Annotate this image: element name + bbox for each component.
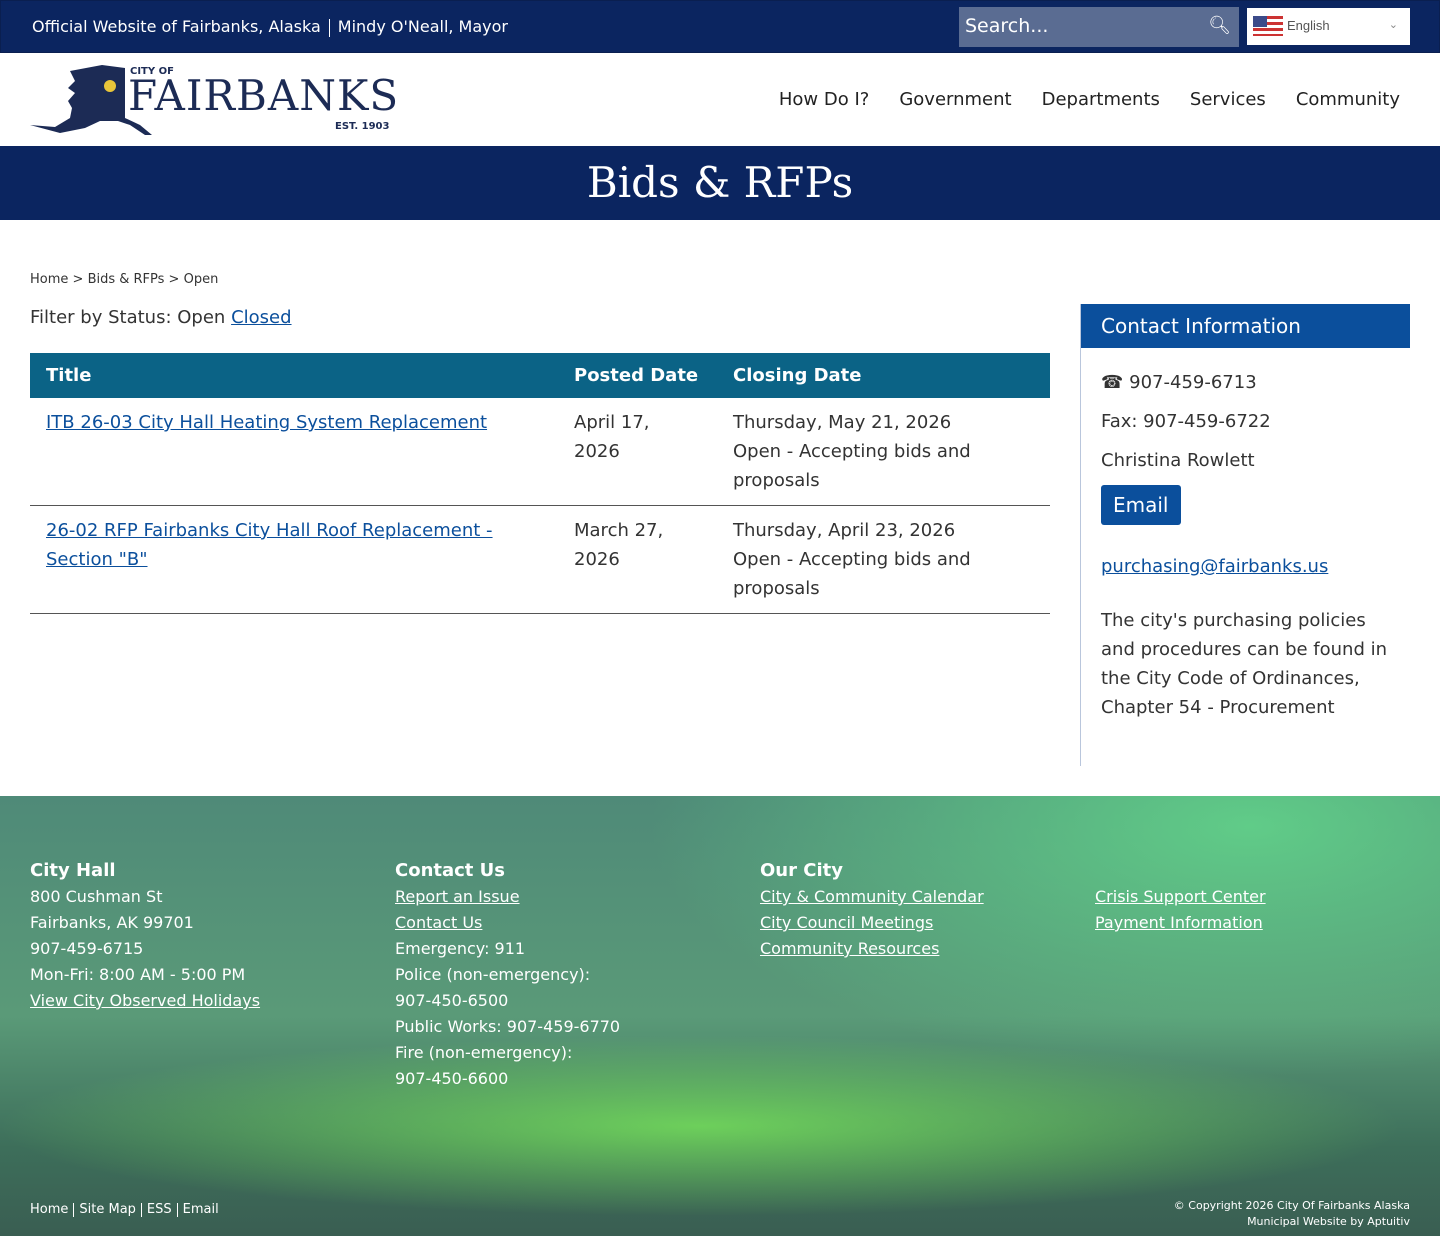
footer-more-links: Crisis Support Center Payment Informatio… (1095, 884, 1266, 936)
copyright: © Copyright 2026 City Of Fairbanks Alask… (1173, 1199, 1410, 1230)
calendar-link[interactable]: City & Community Calendar (760, 887, 984, 906)
report-issue-link[interactable]: Report an Issue (395, 887, 520, 906)
header-posted[interactable]: Posted Date (558, 353, 717, 398)
page-title: Bids & RFPs (0, 146, 1440, 220)
contact-sidebar: Contact Information ☎ 907-459-6713 Fax: … (1080, 304, 1410, 766)
contact-email-link[interactable]: purchasing@fairbanks.us (1101, 556, 1328, 577)
bid-status: Open - Accepting bids and proposals (733, 549, 971, 599)
main-nav: How Do I? Government Departments Service… (779, 89, 1400, 110)
council-meetings-link[interactable]: City Council Meetings (760, 913, 933, 932)
breadcrumb-section[interactable]: Bids & RFPs (88, 272, 165, 287)
bid-status: Open - Accepting bids and proposals (733, 441, 971, 491)
footer-contact: Contact Us Report an Issue Contact Us Em… (395, 860, 621, 1088)
footer-home-link[interactable]: Home (30, 1202, 68, 1217)
nav-services[interactable]: Services (1190, 89, 1266, 110)
search-icon[interactable]: 🔍︎ (1208, 15, 1231, 36)
bids-table: Title Posted Date Closing Date ITB 26-03… (30, 353, 1050, 614)
closing-date: Thursday, May 21, 2026 (733, 412, 952, 433)
contact-us-link[interactable]: Contact Us (395, 913, 482, 932)
crisis-support-link[interactable]: Crisis Support Center (1095, 887, 1266, 906)
breadcrumb-home[interactable]: Home (30, 272, 68, 287)
phone-icon: ☎ (1101, 372, 1124, 393)
footer-our-city: Our City City & Community Calendar City … (760, 860, 984, 958)
posted-date: March 27, 2026 (558, 505, 717, 614)
credit-link[interactable]: Municipal Website by Aptuitiv (1174, 1214, 1410, 1230)
payment-info-link[interactable]: Payment Information (1095, 913, 1263, 932)
chevron-down-icon: ⌄ (1388, 19, 1398, 31)
bid-title-link[interactable]: 26-02 RFP Fairbanks City Hall Roof Repla… (46, 520, 493, 570)
site-header: CITY OF FAIRBANKS EST. 1903 How Do I? Go… (0, 53, 1440, 146)
official-text: Official Website of Fairbanks, Alaska Min… (32, 17, 508, 37)
footer-sitemap-link[interactable]: Site Map (79, 1202, 136, 1217)
closing-date: Thursday, April 23, 2026 (733, 520, 956, 541)
posted-date: April 17, 2026 (558, 398, 717, 506)
contact-heading: Contact Information (1081, 304, 1410, 348)
contact-name: Christina Rowlett (1101, 450, 1255, 471)
status-filter: Filter by Status: Open Closed (30, 307, 292, 328)
holidays-link[interactable]: View City Observed Holidays (30, 991, 260, 1010)
footer-ess-link[interactable]: ESS (147, 1202, 172, 1217)
language-select[interactable]: English ⌄ (1247, 8, 1410, 45)
site-footer: City Hall 800 Cushman St Fairbanks, AK 9… (0, 796, 1440, 1236)
breadcrumb-current: Open (183, 272, 219, 287)
nav-departments[interactable]: Departments (1042, 89, 1160, 110)
community-resources-link[interactable]: Community Resources (760, 939, 939, 958)
nav-community[interactable]: Community (1296, 89, 1400, 110)
footer-email-link[interactable]: Email (183, 1202, 219, 1217)
footer-city-hall: City Hall 800 Cushman St Fairbanks, AK 9… (30, 860, 261, 1010)
footer-bottom-links: Home Site Map ESS Email (30, 1202, 219, 1217)
search-input[interactable]: Search... 🔍︎ (959, 7, 1239, 47)
header-title[interactable]: Title (30, 353, 558, 398)
breadcrumb: Home > Bids & RFPs > Open (30, 272, 219, 287)
email-button[interactable]: Email (1101, 485, 1181, 525)
nav-government[interactable]: Government (899, 89, 1011, 110)
top-bar: Official Website of Fairbanks, Alaska Min… (0, 0, 1440, 53)
contact-phone: 907-459-6713 (1129, 372, 1257, 393)
table-row: 26-02 RFP Fairbanks City Hall Roof Repla… (30, 505, 1050, 614)
table-header: Title Posted Date Closing Date (30, 353, 1050, 398)
policy-text: The city's purchasing policies and proce… (1101, 610, 1388, 718)
table-row: ITB 26-03 City Hall Heating System Repla… (30, 398, 1050, 506)
us-flag-icon (1253, 16, 1283, 36)
bid-title-link[interactable]: ITB 26-03 City Hall Heating System Repla… (46, 412, 487, 433)
nav-how-do-i[interactable]: How Do I? (779, 89, 869, 110)
contact-fax: Fax: 907-459-6722 (1101, 411, 1271, 432)
mayor-text: Mindy O'Neall, Mayor (337, 17, 508, 36)
header-closing[interactable]: Closing Date (717, 353, 1050, 398)
filter-closed-link[interactable]: Closed (231, 307, 291, 328)
city-logo[interactable]: CITY OF FAIRBANKS EST. 1903 (30, 63, 398, 138)
